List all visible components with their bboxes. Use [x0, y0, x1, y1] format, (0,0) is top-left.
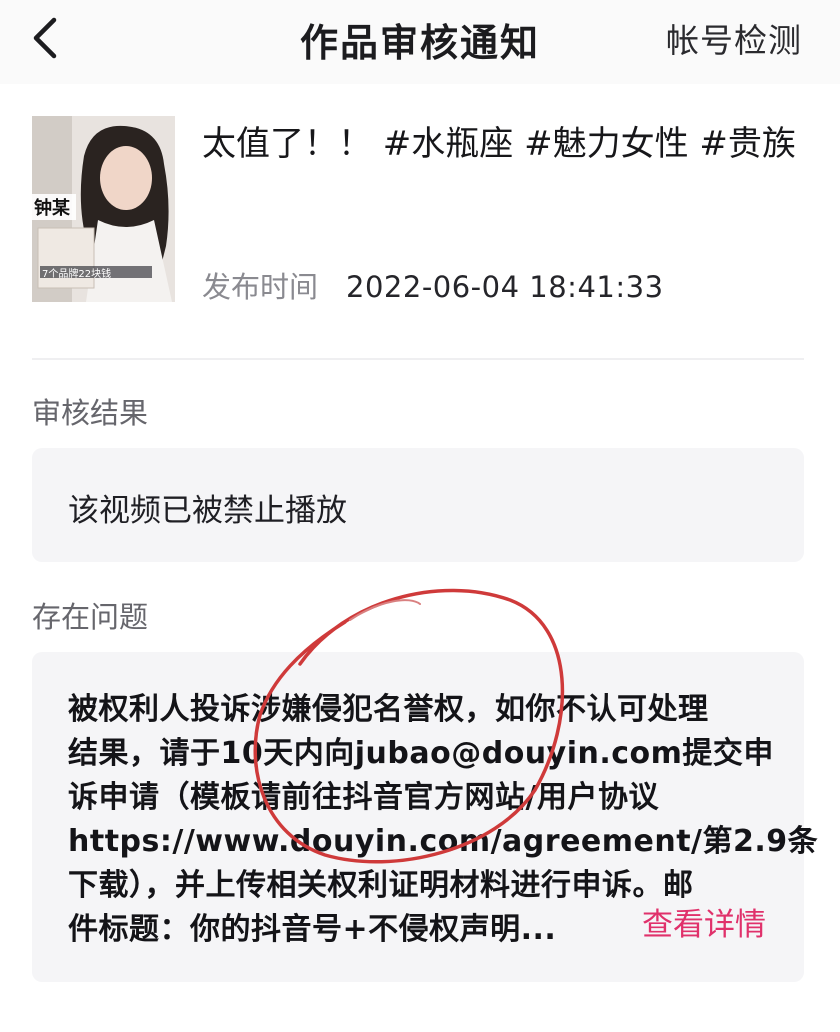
issue-line: 诉申请（模板请前往抖音官方网站/用户协议: [68, 780, 659, 815]
issue-box: 被权利人投诉涉嫌侵犯名誉权，如你不认可处理 结果，请于10天内向jubao@do…: [32, 652, 819, 982]
publish-info: 发布时间 2022-06-04 18:41:33: [202, 264, 664, 306]
issue-line: 被权利人投诉涉嫌侵犯名誉权，如你不认可处理: [68, 692, 709, 727]
video-title: 太值了！！ #水瓶座 #魅力女性 #贵族: [202, 124, 796, 164]
notice-card: 钟某 7个品牌22块钱 太值了！！ #水瓶座 #魅力女性 #贵族 发布时间 202…: [0, 84, 840, 1032]
thumbnail-caption: 钟某: [34, 198, 70, 219]
publish-time-value: 2022-06-04 18:41:33: [346, 270, 664, 304]
issue-line: 结果，请于10天内向jubao@douyin.com提交申: [68, 736, 774, 771]
account-check-button[interactable]: 帐号检测: [666, 14, 802, 62]
review-result-label: 审核结果: [32, 396, 149, 430]
review-result-box: 该视频已被禁止播放: [32, 448, 804, 562]
video-thumbnail[interactable]: 钟某 7个品牌22块钱: [32, 116, 175, 302]
content-area: 钟某 7个品牌22块钱 太值了！！ #水瓶座 #魅力女性 #贵族 发布时间 202…: [0, 84, 840, 1032]
issue-line: https://www.douyin.com/agreement/第2.9条: [68, 824, 819, 859]
publish-time-label: 发布时间: [202, 270, 319, 304]
divider: [32, 358, 804, 360]
issue-label: 存在问题: [32, 600, 149, 634]
thumbnail-banner: 7个品牌22块钱: [42, 269, 112, 280]
review-result-text: 该视频已被禁止播放: [68, 493, 347, 529]
view-details-link[interactable]: 查看详情: [642, 899, 766, 944]
top-nav-bar: 作品审核通知 帐号检测: [0, 0, 840, 84]
